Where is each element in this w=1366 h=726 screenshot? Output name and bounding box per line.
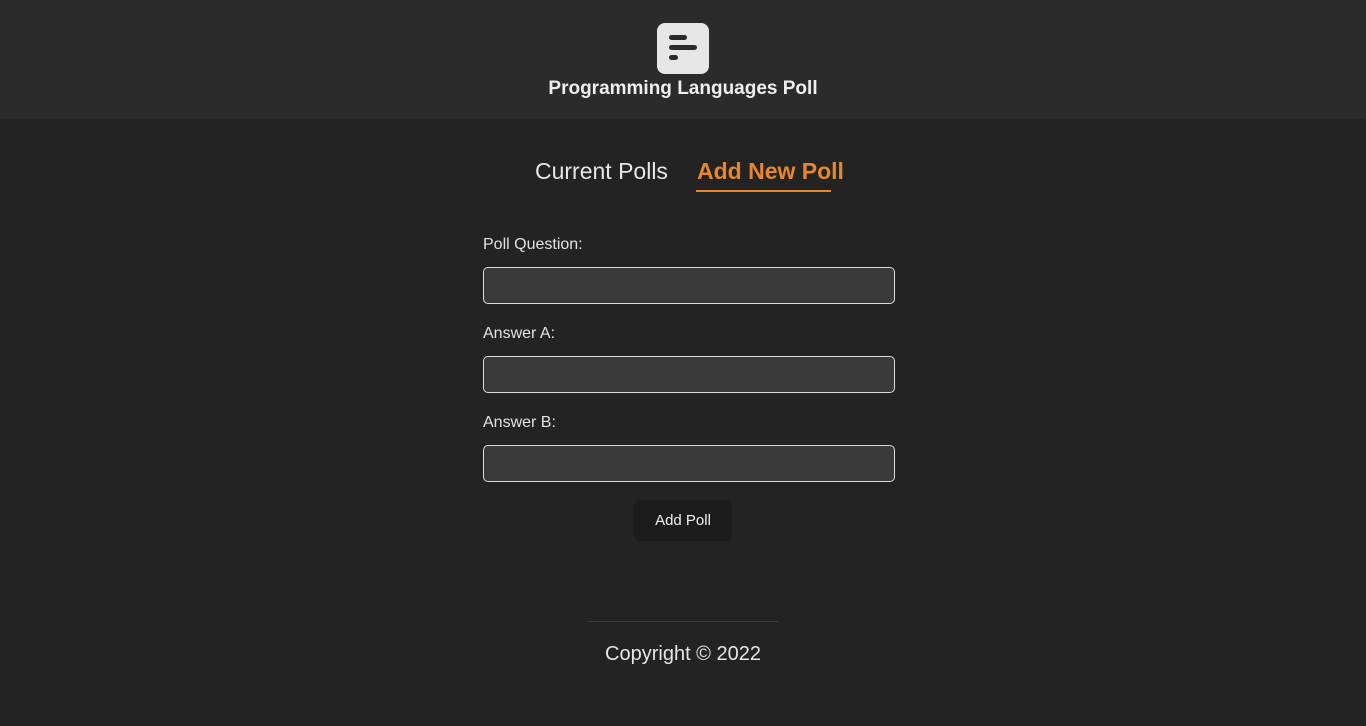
answer-b-label: Answer B: <box>483 414 556 431</box>
footer-divider <box>588 621 778 622</box>
answer-a-label: Answer A: <box>483 325 556 342</box>
poll-bars-icon <box>657 23 709 74</box>
app-title: Programming Languages Poll <box>548 78 818 99</box>
copyright-text: Copyright © 2022 <box>605 643 761 665</box>
answer-b-input[interactable] <box>483 445 895 482</box>
poll-tabs: Current Polls Add New Poll <box>0 157 1366 197</box>
app-header: Programming Languages Poll <box>0 0 1366 119</box>
answer-a-input[interactable] <box>483 356 895 393</box>
active-tab-underline <box>696 190 831 192</box>
add-poll-button[interactable]: Add Poll <box>634 500 732 541</box>
tab-add-new-poll[interactable]: Add New Poll <box>697 157 844 185</box>
tab-current-polls[interactable]: Current Polls <box>535 157 668 185</box>
poll-question-input[interactable] <box>483 267 895 304</box>
poll-question-label: Poll Question: <box>483 236 583 253</box>
